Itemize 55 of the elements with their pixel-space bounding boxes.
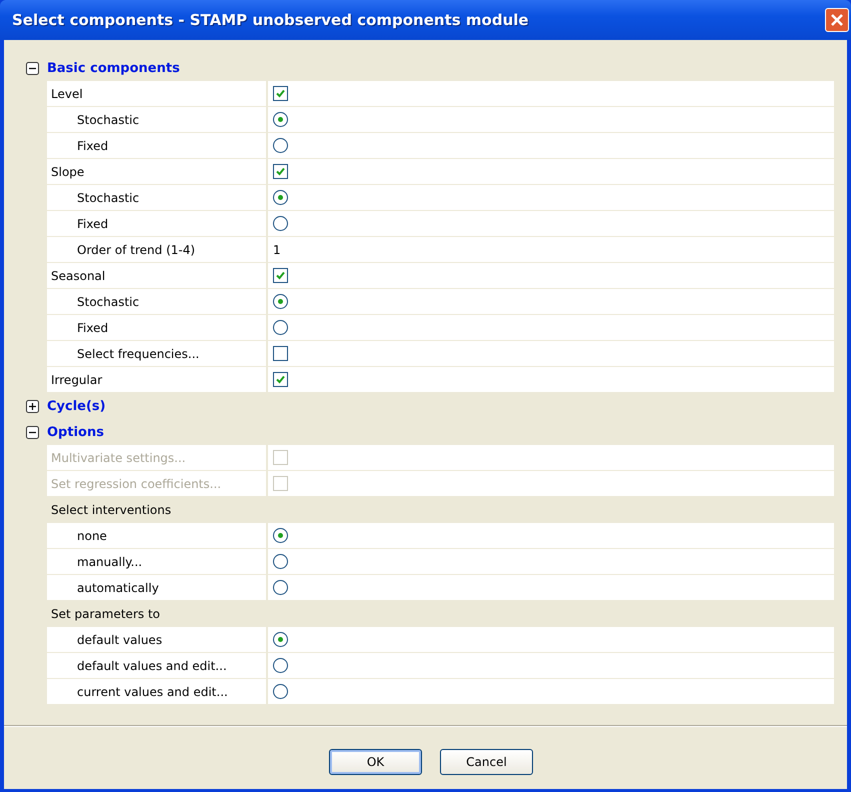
checkbox[interactable] [273, 372, 288, 387]
radio-button[interactable] [273, 190, 288, 205]
option-label: Fixed [77, 216, 108, 230]
checkbox[interactable] [273, 346, 288, 361]
option-label: Order of trend (1-4) [77, 242, 196, 256]
option-label: Multivariate settings... [51, 450, 186, 464]
radio-button[interactable] [273, 320, 288, 335]
checkbox[interactable] [273, 86, 288, 101]
option-label: Irregular [51, 372, 102, 386]
option-label: default values [77, 632, 162, 646]
radio-button[interactable] [273, 580, 288, 595]
option-label: manually... [77, 554, 142, 568]
window-title: Select components - STAMP unobserved components module [12, 11, 530, 29]
radio-button[interactable] [273, 528, 288, 543]
close-button[interactable] [825, 8, 849, 32]
option-label: Select frequencies... [77, 346, 200, 360]
check-icon [275, 166, 286, 177]
radio-button[interactable] [273, 632, 288, 647]
radio-button[interactable] [273, 658, 288, 673]
ok-button[interactable]: OK [329, 749, 422, 775]
radio-button[interactable] [273, 216, 288, 231]
expander-icon[interactable] [26, 426, 39, 438]
option-label: Set parameters to [51, 606, 160, 620]
option-label: Set regression coefficients... [51, 476, 222, 490]
check-icon [275, 270, 286, 281]
option-label: none [77, 528, 107, 542]
radio-button[interactable] [273, 138, 288, 153]
checkbox[interactable] [273, 164, 288, 179]
cancel-button[interactable]: Cancel [440, 749, 533, 775]
value-text[interactable]: 1 [273, 242, 281, 256]
section-title: Options [47, 424, 104, 440]
radio-button[interactable] [273, 294, 288, 309]
option-label: automatically [77, 580, 159, 594]
radio-button[interactable] [273, 554, 288, 569]
option-label: Fixed [77, 138, 108, 152]
section-title: Cycle(s) [47, 398, 106, 414]
option-label: Select interventions [51, 502, 172, 516]
option-label: Seasonal [51, 268, 106, 282]
close-icon [830, 13, 844, 27]
section-title: Basic components [47, 60, 180, 76]
option-label: default values and edit... [77, 658, 227, 672]
radio-button[interactable] [273, 112, 288, 127]
option-label: Stochastic [77, 112, 140, 126]
radio-button[interactable] [273, 684, 288, 699]
option-label: Stochastic [77, 294, 140, 308]
option-label: Fixed [77, 320, 108, 334]
expander-icon[interactable] [26, 400, 39, 412]
option-label: Level [51, 86, 83, 100]
expander-icon[interactable] [26, 62, 39, 74]
option-label: Slope [51, 164, 84, 178]
check-icon [275, 88, 286, 99]
checkbox[interactable] [273, 268, 288, 283]
check-icon [275, 374, 286, 385]
option-label: current values and edit... [77, 684, 228, 698]
option-label: Stochastic [77, 190, 140, 204]
